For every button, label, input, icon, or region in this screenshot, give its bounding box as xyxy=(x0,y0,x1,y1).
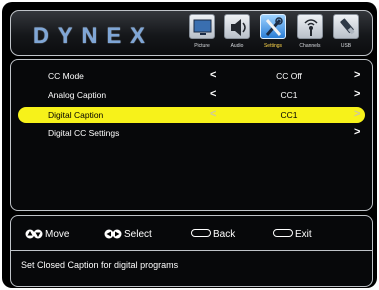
hint-move: Move xyxy=(25,229,69,240)
dynex-logo: DYNEX xyxy=(33,23,154,48)
menu-item-digital-caption[interactable]: Digital Caption < CC1 > xyxy=(18,107,365,123)
footer-divider xyxy=(11,250,372,251)
hint-exit-label: Exit xyxy=(295,229,312,240)
exit-key-icon xyxy=(273,229,293,238)
hint-exit: Exit xyxy=(273,229,312,240)
antenna-channels-icon xyxy=(297,14,323,39)
menu-item-cc-mode[interactable]: CC Mode < CC Off > xyxy=(18,68,365,84)
menu-item-value: CC1 xyxy=(280,90,298,100)
tab-channels[interactable]: Channels xyxy=(295,14,325,52)
menu-item-value: CC1 xyxy=(280,110,298,120)
left-arrow-icon[interactable]: < xyxy=(210,69,216,81)
tab-label: Settings xyxy=(263,43,283,49)
menu-key-icon xyxy=(191,229,211,238)
menu-item-label: Digital CC Settings xyxy=(48,128,120,138)
speaker-audio-icon xyxy=(224,14,250,39)
settings-menu: CC Mode < CC Off > Analog Caption < CC1 … xyxy=(10,59,373,211)
menu-item-value: CC Off xyxy=(276,71,302,81)
hint-select: Select xyxy=(104,229,152,240)
left-right-arrows-icon xyxy=(104,229,122,239)
help-description: Set Closed Caption for digital programs xyxy=(21,260,179,270)
right-arrow-icon[interactable]: > xyxy=(354,126,360,138)
hint-select-label: Select xyxy=(124,229,152,240)
hint-move-label: Move xyxy=(45,229,70,240)
menu-item-digital-cc-settings[interactable]: Digital CC Settings > xyxy=(18,125,365,141)
menu-item-analog-caption[interactable]: Analog Caption < CC1 > xyxy=(18,87,365,103)
menu-item-label: Analog Caption xyxy=(48,90,107,100)
tv-picture-icon xyxy=(189,14,215,39)
tools-settings-icon xyxy=(260,14,286,39)
left-arrow-icon[interactable]: < xyxy=(210,88,216,100)
tab-settings[interactable]: Settings xyxy=(258,14,288,52)
menu-item-label: CC Mode xyxy=(48,71,84,81)
left-arrow-icon[interactable]: < xyxy=(210,108,216,120)
tab-label: USB xyxy=(340,43,352,49)
usb-icon xyxy=(333,14,359,39)
tab-audio[interactable]: Audio xyxy=(222,14,252,52)
tab-usb[interactable]: USB xyxy=(331,14,361,52)
tv-menu-frame: DYNEX Picture Audio Settings Channels US… xyxy=(2,2,377,288)
right-arrow-icon[interactable]: > xyxy=(354,88,360,100)
right-arrow-icon[interactable]: > xyxy=(354,69,360,81)
right-arrow-icon[interactable]: > xyxy=(354,108,360,120)
help-footer: Move Select Back Exit Set Closed Caption… xyxy=(10,215,373,287)
menu-header: DYNEX Picture Audio Settings Channels US… xyxy=(10,10,373,56)
up-down-arrows-icon xyxy=(25,229,43,239)
hint-back: Back xyxy=(191,229,235,240)
menu-item-label: Digital Caption xyxy=(48,110,104,120)
tab-picture[interactable]: Picture xyxy=(187,14,217,52)
hint-back-label: Back xyxy=(213,229,236,240)
